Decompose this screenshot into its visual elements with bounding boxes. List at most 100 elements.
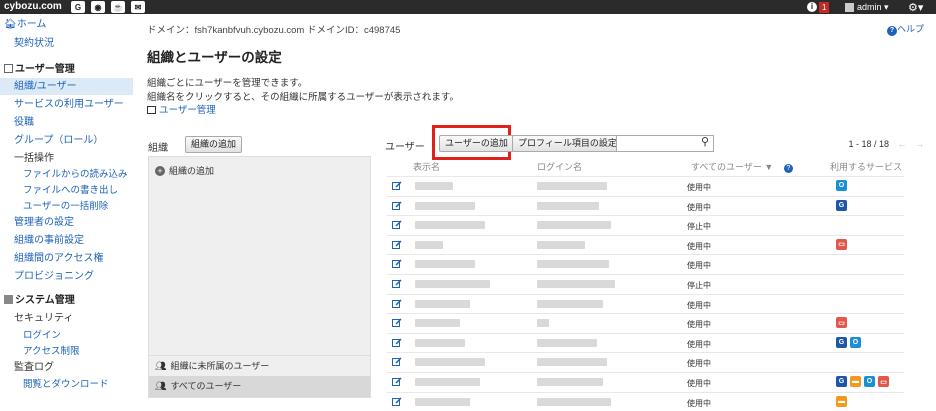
office-app-icon[interactable]: ◉ (91, 1, 105, 13)
brand-logo[interactable]: cybozu.com (4, 0, 62, 14)
sidebar: 🏠︎ホーム 契約状況 ユーザー管理 組織/ユーザー サービスの利用ユーザー 役職… (0, 14, 133, 398)
garoon-service-icon: G (836, 199, 847, 211)
login-name-redacted (537, 280, 615, 288)
sidebar-item-export[interactable]: ファイルへの書き出し (0, 182, 133, 199)
kintone-service-icon: ▬ (850, 376, 861, 387)
display-name-redacted (415, 338, 465, 347)
user-status: 使用中 (687, 202, 711, 212)
display-name-redacted (415, 299, 470, 308)
mailwise-app-icon[interactable]: ☕ (111, 1, 125, 13)
edit-icon[interactable] (392, 338, 402, 348)
col-login-name: ログイン名 (537, 162, 583, 172)
add-user-button[interactable]: ユーザーの追加 (439, 135, 514, 152)
top-bar: cybozu.com G ◉ ☕ ✉ i 1 admin ▾ ⚙▾ (0, 0, 936, 14)
kintone-service-icon: ▬ (836, 395, 847, 407)
edit-icon[interactable] (392, 220, 402, 230)
office-service-icon: O (850, 336, 861, 348)
mail-app-icon[interactable]: ✉ (131, 1, 145, 13)
table-row[interactable]: 使用中 ▭ (387, 313, 904, 332)
description-line-1: 組織ごとにユーザーを管理できます。 (147, 78, 308, 89)
login-name-redacted (537, 182, 607, 190)
sidebar-item-bulk-delete[interactable]: ユーザーの一括削除 (0, 198, 133, 215)
edit-icon[interactable] (392, 377, 402, 387)
sidebar-item-roles[interactable]: 役職 (0, 114, 133, 131)
org-unassigned-row[interactable]: 👥︎ 組織に未所属のユーザー (149, 355, 370, 376)
mailwise-service-icon: ▭ (878, 376, 889, 387)
table-row[interactable]: 使用中 G (387, 195, 904, 215)
plus-circle-icon: + (155, 166, 165, 176)
sidebar-item-audit-log: 監査ログ (14, 362, 54, 373)
user-status: 使用中 (687, 379, 711, 388)
edit-icon[interactable] (392, 259, 402, 269)
help-link[interactable]: ? ヘルプ (886, 22, 924, 36)
prev-page-icon[interactable]: ← (897, 139, 906, 149)
display-name-redacted (415, 319, 460, 328)
edit-icon[interactable] (392, 299, 402, 309)
user-menu[interactable]: admin ▾ (845, 0, 889, 14)
external-window-icon (147, 106, 156, 114)
user-management-link[interactable]: ユーザー管理 (147, 102, 216, 116)
info-icon: i (807, 2, 817, 12)
sidebar-item-groups[interactable]: グループ（ロール） (0, 132, 133, 149)
sidebar-item-admins[interactable]: 管理者の設定 (0, 214, 133, 231)
sidebar-item-org-users[interactable]: 組織/ユーザー (0, 78, 133, 95)
garoon-app-icon[interactable]: G (71, 1, 85, 13)
table-row[interactable]: 使用中 O (387, 176, 904, 195)
sidebar-item-provisioning[interactable]: プロビジョニング (0, 268, 133, 285)
sidebar-item-import[interactable]: ファイルからの読み込み (0, 166, 133, 183)
sidebar-item-service-users[interactable]: サービスの利用ユーザー (0, 96, 133, 113)
sidebar-item-contract[interactable]: 契約状況 (0, 35, 133, 52)
login-name-redacted (537, 378, 603, 386)
col-status-filter[interactable]: すべてのユーザー ▼ ? (691, 160, 793, 174)
help-icon: ? (886, 26, 897, 36)
org-label: 組織 (148, 143, 168, 154)
user-status: 停止中 (687, 222, 711, 232)
sidebar-item-view-download[interactable]: 閲覧とダウンロード (0, 376, 133, 393)
settings-menu[interactable]: ⚙▾ (908, 0, 923, 14)
mailwise-service-icon: ▭ (836, 317, 847, 329)
table-row[interactable]: 使用中 (387, 293, 904, 313)
edit-icon[interactable] (392, 181, 402, 191)
table-row[interactable]: 停止中 (387, 274, 904, 293)
profile-settings-button[interactable]: プロフィール項目の設定 (512, 135, 623, 152)
table-row[interactable]: 使用中 G ▬ O ▭ (387, 372, 904, 391)
edit-icon[interactable] (392, 318, 402, 328)
org-all-users-row[interactable]: 👥︎ すべてのユーザー (149, 376, 370, 397)
display-name-redacted (415, 358, 485, 367)
add-org-button[interactable]: 組織の追加 (185, 136, 243, 153)
table-row[interactable]: 使用中 ▭ (387, 234, 904, 254)
edit-icon[interactable] (392, 357, 402, 367)
help-icon: ? (783, 164, 793, 173)
table-row[interactable]: 停止中 (387, 215, 904, 234)
user-status: 使用中 (687, 320, 711, 330)
user-management-header: ユーザー管理 (4, 61, 75, 79)
search-icon[interactable]: ⚲ (701, 135, 709, 148)
edit-icon[interactable] (392, 240, 402, 250)
search-input[interactable] (616, 135, 714, 152)
next-page-icon[interactable]: → (915, 139, 924, 149)
sidebar-item-security: セキュリティ (14, 313, 74, 324)
sidebar-item-org-access[interactable]: 組織間のアクセス権 (0, 250, 133, 267)
sidebar-item-org-preset[interactable]: 組織の事前設定 (0, 232, 133, 249)
display-name-redacted (415, 221, 485, 230)
display-name-redacted (415, 240, 443, 249)
display-name-redacted (415, 201, 475, 210)
sidebar-item-access-restriction[interactable]: アクセス制限 (0, 343, 133, 360)
edit-icon[interactable] (392, 279, 402, 289)
notification-area[interactable]: i 1 (807, 0, 830, 14)
table-row[interactable]: 使用中 G O (387, 332, 904, 352)
sidebar-item-home[interactable]: 🏠︎ホーム (0, 16, 133, 33)
user-status: 停止中 (687, 281, 711, 290)
office-service-icon: O (836, 180, 847, 191)
office-service-icon: O (864, 376, 875, 387)
edit-icon[interactable] (392, 201, 402, 211)
users-icon: 👥︎ (155, 381, 167, 391)
org-add-row[interactable]: + 組織の追加 (149, 161, 370, 182)
sidebar-item-bulk: 一括操作 (14, 153, 54, 164)
edit-icon[interactable] (392, 397, 402, 407)
table-row[interactable]: 使用中 ▬ (387, 391, 904, 411)
sidebar-item-login[interactable]: ログイン (0, 327, 133, 344)
table-row[interactable]: 使用中 (387, 254, 904, 273)
garoon-service-icon: G (836, 376, 847, 387)
table-row[interactable]: 使用中 (387, 352, 904, 371)
